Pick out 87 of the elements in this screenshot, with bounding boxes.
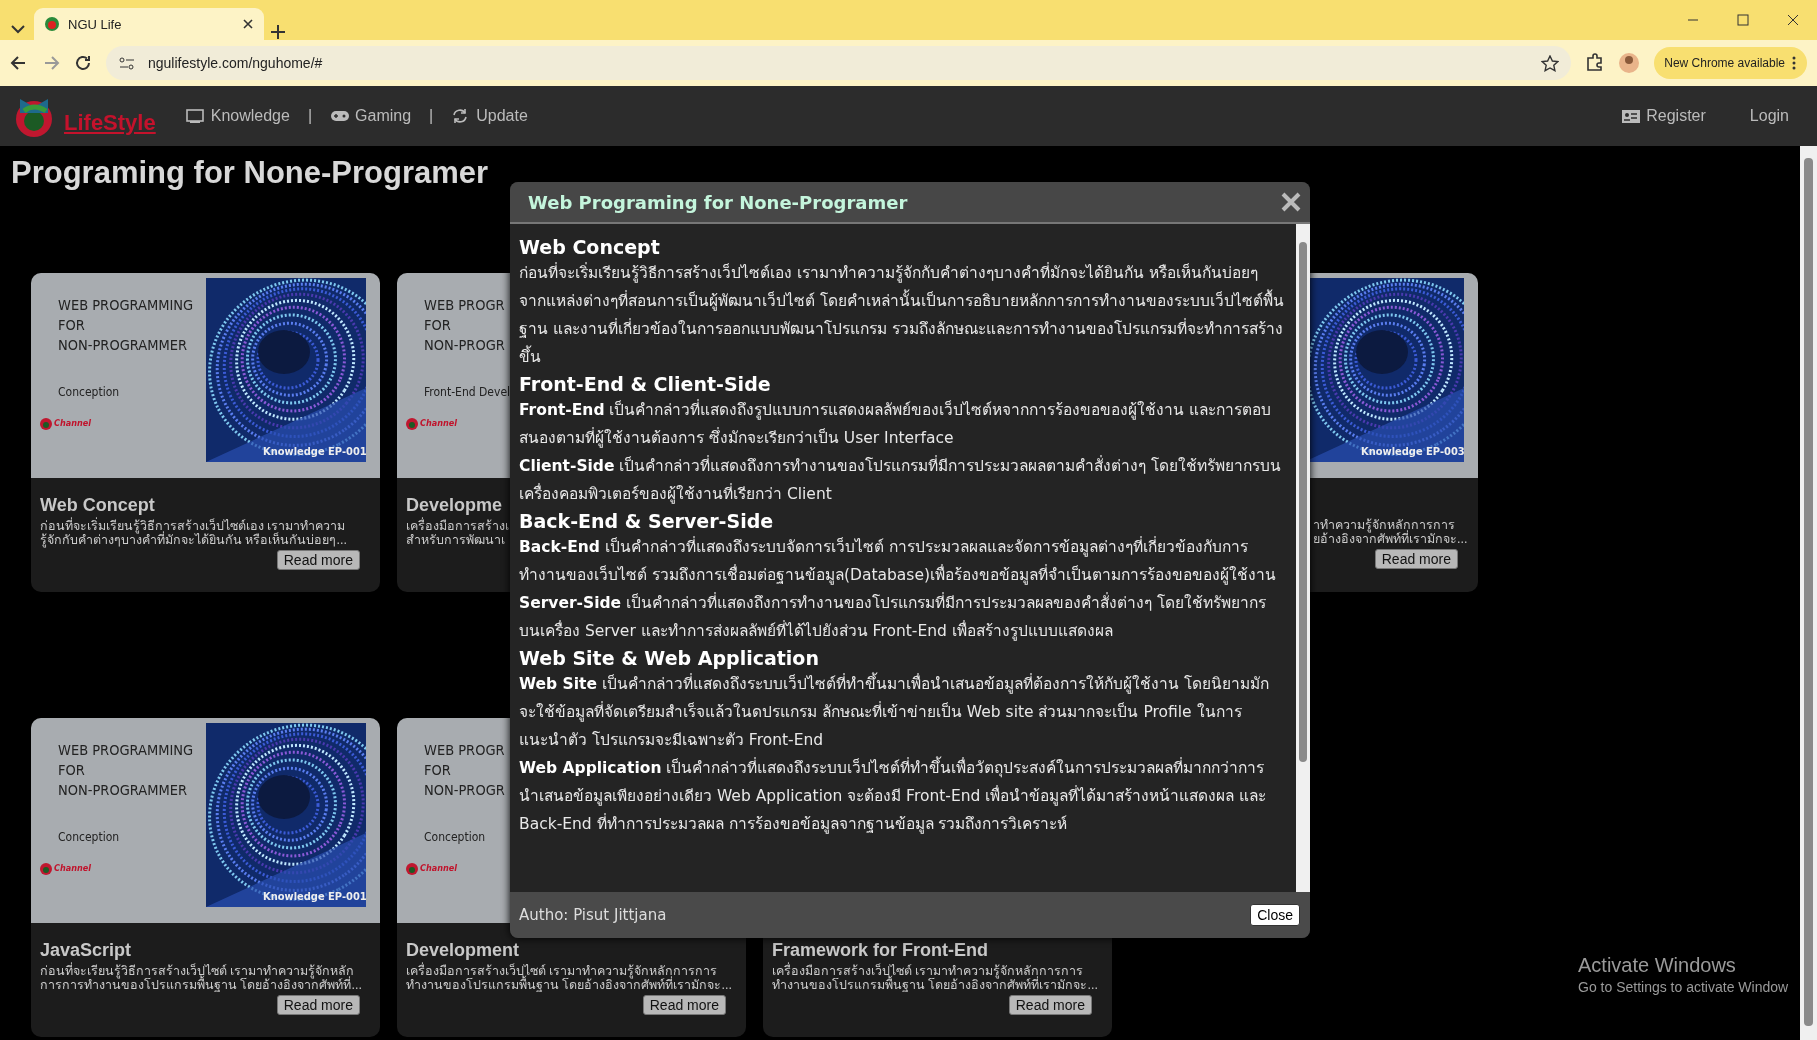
cover-title-line: NON-PROGR	[424, 781, 505, 800]
tab-title: NGU Life	[68, 16, 123, 32]
back-icon[interactable]	[10, 54, 28, 72]
nav-link[interactable]: Update	[451, 107, 528, 125]
card-description: าทำความรู้จักหลักการการ	[1312, 518, 1455, 532]
scrollbar[interactable]	[1800, 146, 1817, 1040]
activation-notice-text: Go to Settings to activate Window	[1578, 979, 1789, 995]
more-menu-icon	[1791, 56, 1797, 70]
nav-link[interactable]: Login	[1749, 107, 1789, 125]
bookmark-star-icon[interactable]	[1541, 54, 1560, 72]
card-title: JavaScript	[40, 940, 132, 961]
browser-tab[interactable]: NGU Life	[34, 8, 264, 40]
card-title: Web Concept	[40, 495, 155, 516]
cover-title-line: WEB PROGR	[424, 741, 505, 760]
read-more-button[interactable]: Read more	[276, 550, 360, 570]
cover-title-line: FOR	[424, 761, 451, 780]
nav-separator: |	[429, 107, 434, 125]
close-icon[interactable]	[1787, 14, 1799, 26]
card-title: Developme	[406, 495, 503, 516]
activation-notice-title: Activate Windows	[1578, 954, 1737, 977]
close-icon[interactable]	[242, 18, 254, 30]
paragraph: Web Application เป็นคำกล่าวที่แสดงถึงระบบเว็ปไซต์ที่ทำขึ้นเพื่อวัตถุประสงค์ในการประมวลผลที่มากกว่าการนำเสนอข้อมูลเพียงอย่างเดียว Web Application จะต้องมี Front-End เพื่อนำข้อมูลที่ได้มาสร้างหน้าแสดงผล และ Back-End ที่ทำการประมวลผล การร้องขอข้อมูลจากฐานข้อมูล รวมถึงการวิเคราะห์	[519, 754, 1284, 838]
paragraph: Front-End เป็นคำกล่าวที่แสดงถึงรูปแบบการแสดงผลลัพย์ของเว็ปไซต์หจากการร้องขอของผู้ใช้งาน และการตอบสนองตามที่ผู้ใช้งานต้องการ ซึ่งมักจะเรียกว่าเป็น User Interface	[519, 398, 1273, 450]
cover-title-line: NON-PROGRAMMER	[58, 336, 187, 355]
paragraph: Server-Side เป็นคำกล่าวที่แสดงถึงการทำงานของโปรแกรมที่มีการประมวลผลของคำสั่งต่างๆ โดยใช้ทรัพยากรบนเครื่อง Server และทำการส่งผลลัพย์ที่ได้ไปยังส่วน Front-End เพื่อสร้างรูปแบบแสดงผล	[519, 591, 1267, 643]
nav-link[interactable]: Register	[1621, 107, 1706, 125]
paragraph: Back-End เป็นคำกล่าวที่แสดงถึงระบบจัดการเว็บไซต์ การประมวลผลและจัดการข้อมูลต่างๆที่เกี่ยวข้องกับการทำงานของเว็บไซต์ รวมถึงการเชื่อมต่อฐานข้อมูล(Database)เพื่อร้องขอข้อมูลที่จำเป็นตามการร้องขอของผู้ใช้งาน	[519, 535, 1277, 587]
cover-title-line: NON-PROGR	[424, 336, 505, 355]
section-heading: Web Site & Web Application	[519, 647, 820, 669]
url-text: ngulifestyle.com/nguhome/#	[148, 55, 324, 71]
forward-icon[interactable]	[42, 54, 60, 72]
card-description: ยอ้างอิงจากศัพท์ที่เรามักจะ...	[1312, 532, 1468, 546]
cover-subtitle: Front-End Devel	[424, 385, 511, 399]
page-title: Programing for None-Programer	[10, 154, 490, 192]
card-description: รู้จักกับคำต่างๆบางคำที่มักจะได้ยินกัน หรือเห็นกันบ่อยๆ...	[40, 533, 347, 547]
episode-label: Knowledge EP-001	[263, 445, 367, 458]
cover-title-line: WEB PROGRAMMING	[58, 741, 194, 760]
maximize-icon[interactable]	[1737, 14, 1749, 26]
channel-logo: Channel	[39, 416, 91, 430]
site-settings-icon[interactable]	[118, 54, 136, 72]
cover-title-line: WEB PROGR	[424, 296, 505, 315]
cover-title-line: FOR	[58, 761, 85, 780]
site-favicon	[44, 16, 60, 32]
new-tab-icon[interactable]	[270, 24, 286, 40]
card-description: ก่อนที่จะเริ่มเรียนรู้วิธีการสร้างเว็ปไซต์เอง เรามาทำความ	[40, 519, 346, 533]
episode-label: Knowledge EP-003	[1361, 445, 1465, 458]
id-card-icon	[1621, 108, 1642, 124]
nav-separator: |	[307, 107, 313, 125]
card-title: Development	[406, 940, 520, 961]
read-more-button[interactable]: Read more	[1008, 995, 1092, 1015]
section-heading: Web Concept	[519, 236, 661, 258]
read-more-button[interactable]: Read more	[276, 995, 360, 1015]
section-heading: Back-End & Server-Side	[519, 510, 775, 532]
paragraph: ก่อนที่จะเริ่มเรียนรู้วิธีการสร้างเว็ปไซต์เอง เรามาทำความรู้จักกับคำต่างๆบางคำที่มักจะได้ยินกัน หรือเห็นกันบ่อยๆจากแหล่งต่างๆที่สอนการเป็นผู้พัฒนาเว็ปไซต์ โดยคำเหล่านั้นเป็นการอธิบายหลักการการทำงานของระบบเว็ปไซต์พื้นฐาน และงานที่เกี่ยวข้องในการออกแบบพัฒนาโปรแกรม รวมถึงลักษณะและการทำงานของโปรแกรมที่จะทำการสร้างขึ้น	[519, 261, 1284, 368]
extensions-icon[interactable]	[1585, 53, 1605, 73]
section-heading: Front-End & Client-Side	[519, 373, 772, 395]
channel-logo: Channel	[405, 861, 457, 875]
cover-subtitle: Conception	[58, 830, 120, 844]
dialog-title: Web Programing for None-Programer	[528, 191, 909, 213]
cover-subtitle: Conception	[58, 385, 120, 399]
card-description: เครื่องมือการสร้างเ	[406, 519, 509, 533]
channel-logo: Channel	[39, 861, 91, 875]
episode-label: Knowledge EP-001	[263, 890, 367, 903]
update-button[interactable]: New Chrome available	[1654, 47, 1807, 79]
paragraph: Client-Side เป็นคำกล่าวที่แสดงถึงการทำงานของโปรแกรมที่มีการประมวลผลตามคำสั่งต่างๆ โดยใช้ทรัพยากรบนเครื่องคอมพิวเตอร์ของผู้ใช้งานที่เรียกว่า Client	[519, 454, 1283, 506]
card-description: สำหรับการพัฒนาเ	[406, 533, 505, 547]
author-text: Autho: Pisut Jittjana	[519, 906, 668, 924]
nav-link[interactable]: Gaming	[330, 107, 412, 125]
cover-title-line: WEB PROGRAMMING	[58, 296, 194, 315]
paragraph: Web Site เป็นคำกล่าวที่แสดงถึงระบบเว็ปไซต์ที่ทำขึ้นมาเพื่อนำเสนอข้อมูลที่ต้องการให้กับผู้ใช้งาน โดยนิยามมักจะใช้ข้อมูลที่จัดเตรียมสำเร็จแล้วในดปรแกรม ลักษณะที่เข้าข่ายเป็น Web site ส่วนมากจะเป็น Profile ในการแนะนำตัว โปรแกรมจะมีเฉพาะตัว Front-End	[519, 670, 1284, 754]
cover-title-line: FOR	[424, 316, 451, 335]
profile-avatar-icon[interactable]	[1618, 52, 1641, 74]
scrollbar[interactable]	[1296, 224, 1310, 892]
close-icon[interactable]	[1280, 191, 1302, 213]
address-bar[interactable]: ngulifestyle.com/nguhome/#	[106, 46, 1572, 80]
read-more-button[interactable]: Read more	[642, 995, 726, 1015]
nav-link[interactable]: Knowledge	[185, 107, 290, 125]
cover-title-line: NON-PROGRAMMER	[58, 781, 187, 800]
card-title: Framework for Front-End	[772, 940, 988, 961]
cover-title-line: FOR	[58, 316, 85, 335]
channel-logo: Channel	[405, 416, 457, 430]
close-button[interactable]: Close	[1250, 904, 1300, 926]
monitor-icon	[185, 108, 206, 124]
reload-icon[interactable]	[74, 54, 92, 72]
cover-subtitle: Conception	[424, 830, 486, 844]
gamepad-icon	[330, 108, 351, 124]
read-more-button[interactable]: Read more	[1374, 549, 1458, 569]
